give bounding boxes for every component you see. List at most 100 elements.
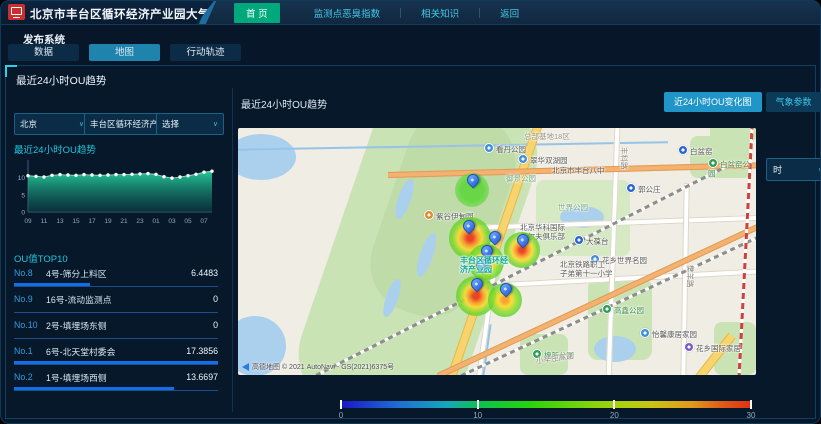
select-value: 丰台区循环经济产 (90, 118, 158, 130)
item-rank: No.10 (14, 320, 41, 330)
copyright-text: 高德地图 © 2021 AutoNavi - GS(2021)6375号 (252, 362, 394, 372)
app-window: 北京市丰台区循环经济产业园大气恶臭状况实时 首 页监测点恶臭指数相关知识返回 发… (0, 0, 821, 424)
svg-text:11: 11 (41, 218, 48, 225)
item-value: 6.4483 (191, 268, 218, 278)
item-rank: No.9 (14, 294, 41, 304)
metro-poi-icon (574, 235, 584, 245)
nav-item-1[interactable]: 监测点恶臭指数 (294, 6, 401, 20)
map-label: 丰台区循环经 济产业园 (460, 257, 508, 274)
item-bar-track (14, 387, 218, 391)
svg-text:07: 07 (200, 218, 208, 225)
map-label: 樊羊路 (685, 265, 694, 288)
item-name: 4号-筛分上料区 (46, 267, 191, 280)
map-label: 高鑫公园 (602, 304, 644, 316)
list-item-text: No.16号-北天堂村委会17.3856 (14, 345, 218, 357)
svg-text:10: 10 (18, 175, 26, 182)
map-label: 北京铁路职工 子弟第十一小学 (560, 261, 613, 278)
trend-chart-box: 0510091113151719212301030507 (12, 154, 220, 232)
metro-poi-icon (626, 183, 636, 193)
ou-trend-chart: 0510091113151719212301030507 (12, 154, 220, 232)
svg-text:15: 15 (72, 218, 80, 225)
item-value: 0 (213, 320, 218, 330)
time-select-value: 时 (773, 163, 782, 176)
select-value: 北京 (20, 118, 37, 130)
legend-tick (477, 400, 479, 409)
tab-2[interactable]: 行动轨迹 (170, 44, 241, 61)
lake (238, 134, 296, 180)
ou-color-legend: 0102030 (341, 401, 751, 421)
publish-tabs: 数据地图行动轨迹 (8, 44, 241, 61)
map-section-title: 最近24小时OU趋势 (241, 96, 327, 111)
purple-poi-icon (684, 342, 694, 352)
filter-select-2[interactable]: 选择∨ (156, 113, 224, 135)
item-value: 13.6697 (186, 372, 218, 382)
item-bar-track (14, 309, 218, 313)
svg-text:0: 0 (21, 210, 25, 217)
map-label: 翠华双湖园 (518, 154, 568, 166)
map[interactable]: 高德地图 © 2021 AutoNavi - GS(2021)6375号 总部基… (238, 128, 756, 375)
list-item[interactable]: No.10 2号-填埋场东侧0 (14, 319, 218, 339)
legend-tick (750, 400, 752, 409)
blue-poi-icon (484, 143, 494, 153)
map-label: 御景公园 (506, 175, 536, 184)
blue-poi-icon (640, 328, 650, 338)
item-bar (14, 361, 218, 364)
svg-text:5: 5 (21, 192, 25, 199)
orange-poi-icon (424, 210, 434, 220)
main-nav: 首 页监测点恶臭指数相关知识返回 (196, 1, 820, 24)
item-rank: No.8 (14, 268, 41, 278)
pond (594, 336, 636, 362)
map-label: 花乡国际家居 (684, 342, 741, 354)
map-button-0[interactable]: 近24小时OU变化图 (664, 92, 762, 112)
item-value: 17.3856 (186, 346, 218, 356)
map-label: 郭公庄 (626, 183, 661, 195)
filter-select-0[interactable]: 北京∨ (14, 113, 90, 135)
item-name: 16号-流动监测点 (46, 293, 213, 306)
svg-text:13: 13 (56, 218, 64, 225)
map-label: 看丹公园 (484, 143, 526, 155)
list-item[interactable]: No.8 4号-筛分上料区6.4483 (14, 267, 218, 287)
nav-item-0[interactable]: 首 页 (234, 3, 280, 23)
metro-poi-icon (678, 145, 688, 155)
svg-text:01: 01 (152, 218, 160, 225)
item-value: 0 (213, 294, 218, 304)
item-bar-track (14, 361, 218, 365)
list-item[interactable]: No.9 16号-流动监测点0 (14, 293, 218, 313)
map-label: 世界公园 (558, 204, 588, 213)
tab-1[interactable]: 地图 (89, 44, 160, 61)
svg-text:21: 21 (120, 218, 128, 225)
item-rank: No.2 (14, 372, 41, 382)
item-name: 2号-填埋场东侧 (46, 319, 213, 332)
list-item-text: No.10 2号-填埋场东侧0 (14, 319, 218, 331)
map-copyright: 高德地图 © 2021 AutoNavi - GS(2021)6375号 (242, 362, 394, 372)
legend-tick-label: 0 (339, 411, 343, 420)
map-buttons: 近24小时OU变化图气象参数 (664, 92, 821, 112)
list-item-text: No.9 16号-流动监测点0 (14, 293, 218, 305)
item-bar (14, 387, 174, 390)
tab-0[interactable]: 数据 (8, 44, 79, 61)
legend-tick-label: 20 (610, 411, 619, 420)
time-select[interactable]: 时 ∨ (766, 158, 821, 181)
map-label: 白盆窑公园 (708, 158, 756, 178)
map-button-1[interactable]: 气象参数 (766, 92, 821, 112)
list-item[interactable]: No.2 1号-填埋场西侧13.6697 (14, 371, 218, 391)
svg-text:09: 09 (24, 218, 32, 225)
nav-item-2[interactable]: 相关知识 (401, 6, 479, 20)
svg-text:23: 23 (136, 218, 144, 225)
map-label: 大葆台 (574, 235, 609, 247)
list-item[interactable]: No.16号-北天堂村委会17.3856 (14, 345, 218, 365)
chevron-down-icon: ∨ (213, 120, 218, 128)
header-bar: 北京市丰台区循环经济产业园大气恶臭状况实时 首 页监测点恶臭指数相关知识返回 (1, 1, 820, 25)
legend-tick (613, 400, 615, 409)
park-poi-icon (602, 304, 612, 314)
map-label: 总部基地18区 (524, 133, 570, 142)
legend-tick-label: 10 (473, 411, 482, 420)
list-item-text: No.8 4号-筛分上料区6.4483 (14, 267, 218, 279)
filter-select-1[interactable]: 丰台区循环经济产∨ (84, 113, 162, 135)
svg-text:03: 03 (168, 218, 176, 225)
nav-item-3[interactable]: 返回 (480, 6, 539, 20)
legend-tick (340, 400, 342, 409)
item-bar-track (14, 283, 218, 287)
ou-top-list: No.84号-筛分上料区6.4483No.916号-流动监测点0No.102号-… (14, 261, 218, 391)
item-name: 1号-填埋场西侧 (46, 371, 186, 384)
